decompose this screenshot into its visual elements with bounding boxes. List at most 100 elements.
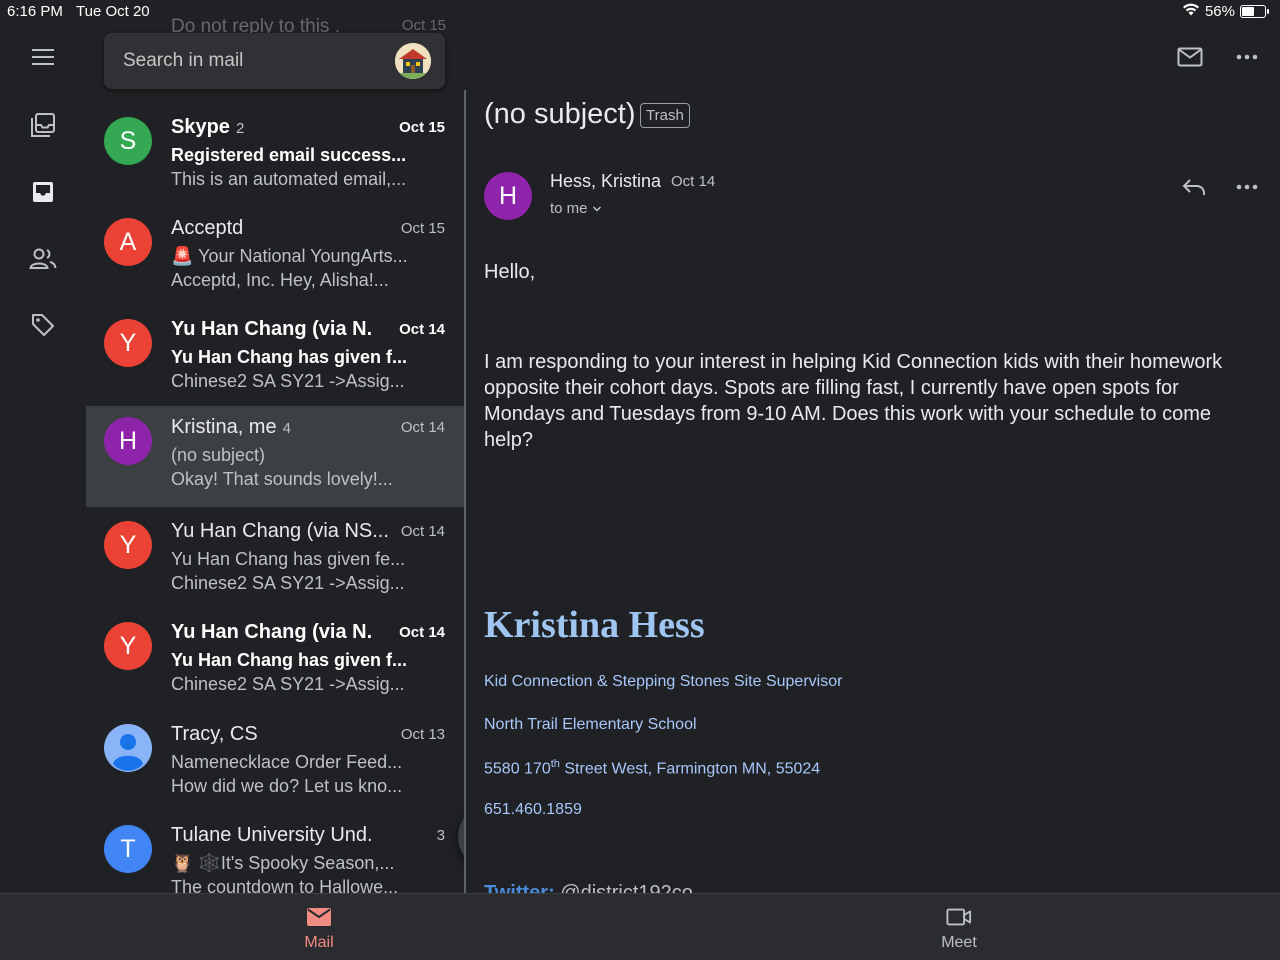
list-item[interactable]: Tracy, CS Oct 13 Namenecklace Order Feed..…: [86, 713, 464, 814]
list-item[interactable]: Y Yu Han Chang (via NS... Oct 14 Yu Han Cha…: [86, 510, 464, 611]
mail-snippet: How did we do? Let us kno...: [171, 776, 403, 796]
menu-icon[interactable]: [26, 40, 60, 74]
signature-school: North Trail Elementary School: [484, 716, 697, 733]
contacts-icon[interactable]: [26, 242, 60, 276]
mail-list-pane: Do not reply to this . Oct 15 S Skype 2 Oct…: [86, 0, 464, 893]
all-inboxes-icon[interactable]: [26, 108, 60, 142]
search-placeholder: Search in mail: [123, 50, 244, 71]
person-icon[interactable]: [104, 724, 152, 772]
mail-subject: Yu Han Chang has given f...: [171, 347, 408, 367]
mail-date: Oct 15: [399, 119, 445, 136]
mail-sender: Yu Han Chang (via N.: [171, 318, 372, 341]
signature-name: Kristina Hess: [484, 604, 705, 646]
mail-snippet: Okay! That sounds lovely!...: [171, 469, 393, 489]
mail-subject: Yu Han Chang has given f...: [171, 650, 408, 670]
battery-level: [1242, 7, 1254, 16]
sender-avatar[interactable]: Y: [104, 319, 152, 367]
mail-subject: Namenecklace Order Feed...: [171, 752, 403, 772]
mail-snippet: Chinese2 SA SY21 ->Assig...: [171, 674, 405, 694]
message-body: I am responding to your interest in help…: [484, 351, 1223, 451]
video-camera-icon: [946, 904, 972, 930]
mail-sender: Yu Han Chang (via N.: [171, 621, 372, 644]
sender-name[interactable]: Hess, Kristina: [550, 171, 661, 192]
nav-rail: [0, 0, 86, 893]
signature-title: Kid Connection & Stepping Stones Site Su…: [484, 673, 843, 690]
mail-snippet: Chinese2 SA SY21 ->Assig...: [171, 371, 405, 391]
status-indicators: 56%: [1182, 3, 1269, 20]
mail-subject: Yu Han Chang has given fe...: [171, 549, 406, 569]
battery-percent: 56%: [1204, 3, 1235, 20]
sender-avatar[interactable]: Y: [104, 622, 152, 670]
signature-phone[interactable]: 651.460.1859: [484, 801, 582, 819]
sender-avatar[interactable]: H: [484, 172, 532, 220]
message-subject: (no subject): [484, 98, 636, 130]
mail-sender: Yu Han Chang (via NS...: [171, 520, 389, 543]
message-date: Oct 14: [671, 173, 716, 190]
mail-snippet: This is an automated email,...: [171, 169, 407, 189]
more-options-icon[interactable]: [1230, 40, 1264, 74]
mail-sender-name: Tulane University Und.: [171, 824, 373, 846]
sender-avatar[interactable]: H: [104, 417, 152, 465]
signature-address: 5580 170th Street West, Farmington MN, 5…: [484, 758, 820, 778]
mail-date: Oct 13: [400, 726, 445, 743]
battery-icon: [1240, 5, 1269, 18]
recipients-toggle[interactable]: to me: [550, 200, 602, 217]
list-item[interactable]: S Skype 2 Oct 15 Registered email success...…: [86, 106, 464, 207]
tab-meet-label: Meet: [941, 934, 977, 951]
tab-mail-label: Mail: [304, 934, 334, 951]
list-item[interactable]: T Tulane University Und. 3 🦉 🕸️It's Spooky …: [86, 814, 464, 893]
reply-icon[interactable]: [1177, 170, 1211, 204]
mail-sender-name: Tracy, CS: [171, 723, 258, 745]
mail-sender: Acceptd: [171, 217, 243, 240]
mail-snippet: Acceptd, Inc. Hey, Alisha!...: [171, 270, 389, 290]
mail-sender-name: Yu Han Chang (via N.: [171, 621, 373, 643]
account-avatar[interactable]: [395, 43, 431, 79]
mail-subject: Registered email success...: [171, 145, 407, 165]
status-bar: 6:16 PM Tue Oct 20 56%: [0, 0, 1280, 24]
mail-sender: Skype 2: [171, 116, 244, 139]
label-icon[interactable]: [26, 308, 60, 342]
message-greeting: Hello,: [484, 261, 536, 283]
thread-count: 4: [282, 420, 291, 437]
mail-snippet: Chinese2 SA SY21 ->Assig...: [171, 573, 405, 593]
mark-unread-icon[interactable]: [1173, 40, 1207, 74]
twitter-label: Twitter:: [484, 882, 555, 893]
address-number: 5580 170: [484, 760, 551, 778]
sender-avatar[interactable]: S: [104, 117, 152, 165]
address-street: Street West, Farmington MN, 55024: [559, 760, 821, 778]
mail-date: Oct 15: [400, 220, 445, 237]
mail-subject: 🚨 Your National YoungArts...: [171, 246, 408, 266]
address-suffix: th: [550, 758, 560, 770]
mail-sender: Tracy, CS: [171, 723, 258, 746]
tab-mail[interactable]: Mail: [269, 894, 369, 960]
list-item[interactable]: Y Yu Han Chang (via N. Oct 14 Yu Han Chang …: [86, 308, 464, 409]
bottom-nav: Mail Meet: [0, 893, 1280, 960]
inbox-icon[interactable]: [26, 175, 60, 209]
mail-date: Oct 14: [399, 624, 445, 641]
message-more-icon[interactable]: [1230, 170, 1264, 204]
list-item[interactable]: A Acceptd Oct 15 🚨 Your National YoungArts.…: [86, 207, 464, 308]
list-item[interactable]: Y Yu Han Chang (via N. Oct 14 Yu Han Chang …: [86, 611, 464, 712]
sender-avatar[interactable]: Y: [104, 521, 152, 569]
sender-avatar[interactable]: T: [104, 825, 152, 873]
sender-avatar[interactable]: A: [104, 218, 152, 266]
mail-sender-name: Skype: [171, 116, 230, 138]
mail-sender-name: Acceptd: [171, 217, 244, 239]
mail-snippet: The countdown to Hallowe...: [171, 877, 399, 893]
tab-meet[interactable]: Meet: [909, 894, 1009, 960]
trash-label-chip[interactable]: Trash: [640, 103, 690, 128]
status-time: 6:16 PM: [7, 3, 63, 20]
mail-date: 3: [436, 827, 445, 844]
chevron-down-icon: [592, 200, 602, 217]
mail-subject: 🦉 🕸️It's Spooky Season,...: [171, 853, 395, 873]
mail-date: Oct 14: [400, 419, 445, 436]
thread-count: 2: [235, 120, 245, 137]
twitter-handle: @district192co: [560, 882, 693, 893]
search-input[interactable]: Search in mail: [104, 33, 445, 89]
status-date: Tue Oct 20: [76, 3, 150, 20]
signature-twitter[interactable]: Twitter: @district192co: [484, 882, 693, 893]
list-item[interactable]: H Kristina, me 4 Oct 14 (no subject) Okay! Th…: [86, 406, 464, 507]
mail-icon: [306, 904, 332, 930]
mail-subject: (no subject): [171, 445, 266, 465]
mail-sender: Kristina, me 4: [171, 416, 291, 439]
